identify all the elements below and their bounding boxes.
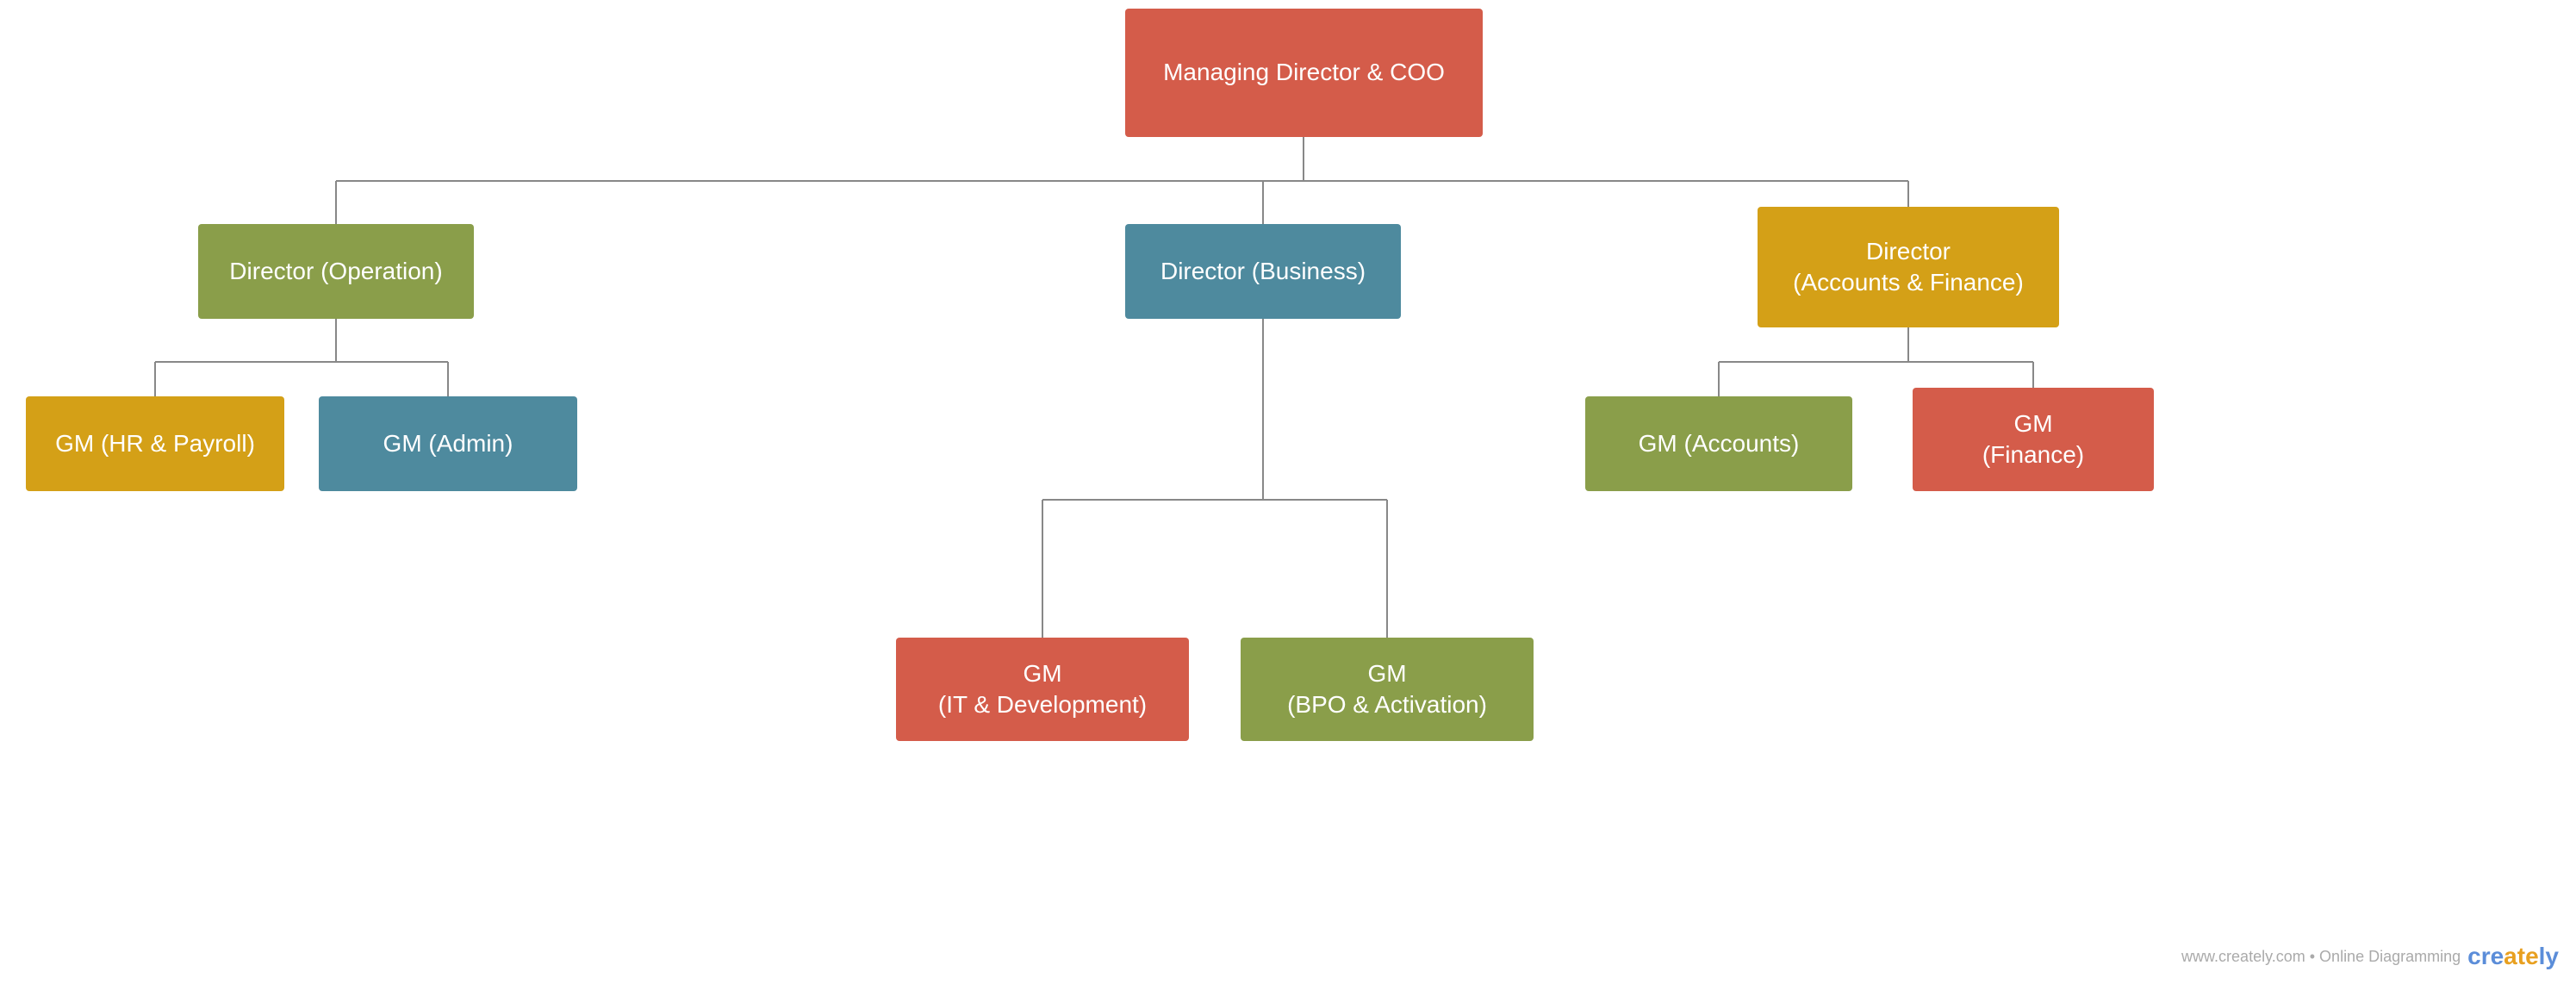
gm-finance-node: GM(Finance) (1913, 388, 2154, 491)
connectors (0, 0, 2576, 984)
watermark-logo: creately (2467, 943, 2559, 970)
org-chart: Managing Director & COO Director (Operat… (0, 0, 2576, 984)
director-operation-node: Director (Operation) (198, 224, 474, 319)
watermark: www.creately.com • Online Diagramming cr… (2181, 943, 2559, 970)
gm-accounts-node: GM (Accounts) (1585, 396, 1852, 491)
director-finance-node: Director(Accounts & Finance) (1758, 207, 2059, 327)
watermark-text: www.creately.com • Online Diagramming (2181, 948, 2461, 966)
gm-hr-payroll-node: GM (HR & Payroll) (26, 396, 284, 491)
gm-admin-node: GM (Admin) (319, 396, 577, 491)
gm-bpo-node: GM(BPO & Activation) (1241, 638, 1534, 741)
managing-director-node: Managing Director & COO (1125, 9, 1483, 137)
gm-it-dev-node: GM(IT & Development) (896, 638, 1189, 741)
director-business-node: Director (Business) (1125, 224, 1401, 319)
